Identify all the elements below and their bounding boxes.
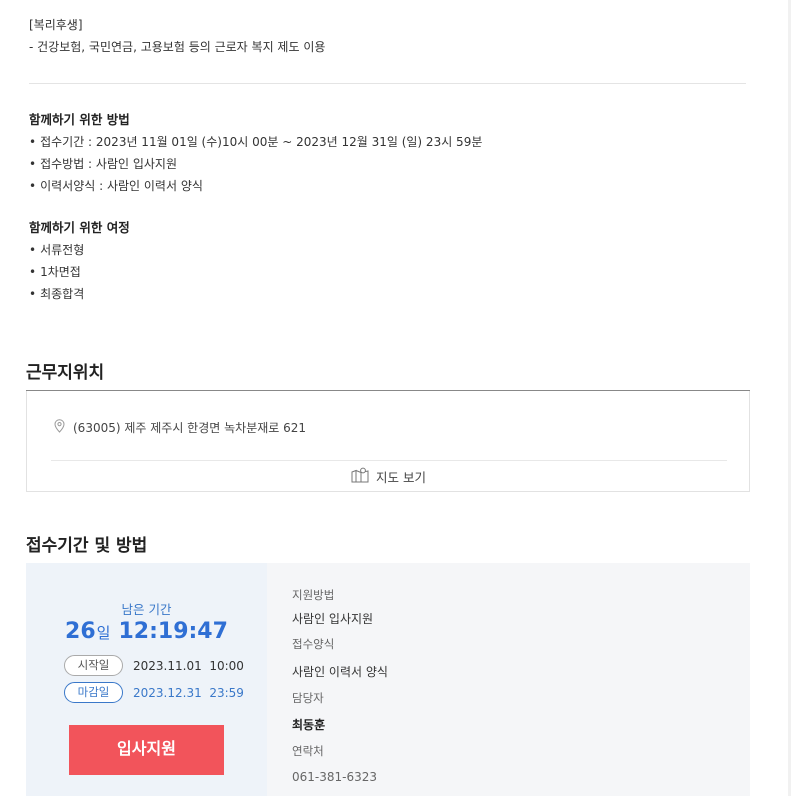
end-date: 2023.12.31 23:59 bbox=[133, 685, 244, 700]
manager-label: 담당자 bbox=[292, 691, 324, 705]
apply-title: 접수기간 및 방법 bbox=[26, 536, 148, 556]
method-heading: 함께하기 위한 방법 bbox=[29, 112, 130, 127]
apply-countdown-panel: 남은 기간 26일 12:19:47 시작일 2023.11.01 10:00 마… bbox=[26, 563, 267, 796]
benefits-heading: [복리후생] bbox=[29, 18, 83, 32]
view-map-label: 지도 보기 bbox=[376, 470, 426, 485]
start-date: 2023.11.01 10:00 bbox=[133, 658, 244, 673]
location-divider bbox=[51, 460, 727, 461]
view-map-link[interactable]: 지도 보기 bbox=[351, 467, 426, 486]
list-item: 최종합격 bbox=[29, 283, 482, 305]
apply-button[interactable]: 입사지원 bbox=[69, 725, 224, 775]
manager-value: 최동훈 bbox=[292, 718, 326, 732]
method-label: 지원방법 bbox=[292, 588, 335, 602]
remaining-label: 남은 기간 bbox=[121, 602, 172, 617]
contact-value: 061-381-6323 bbox=[292, 770, 378, 784]
list-item: 이력서양식 : 사람인 이력서 양식 bbox=[29, 175, 482, 197]
end-label-badge: 마감일 bbox=[64, 682, 123, 703]
apply-panel: 남은 기간 26일 12:19:47 시작일 2023.11.01 10:00 마… bbox=[26, 563, 750, 796]
apply-details-panel: 지원방법 사람인 입사지원 접수양식 사람인 이력서 양식 담당자 최동훈 연락… bbox=[267, 563, 750, 796]
benefits-line: - 건강보험, 국민연금, 고용보험 등의 근로자 복지 제도 이용 bbox=[29, 40, 326, 54]
list-item: 접수기간 : 2023년 11월 01일 (수)10시 00분 ~ 2023년 … bbox=[29, 131, 482, 153]
location-title: 근무지위치 bbox=[26, 363, 105, 383]
journey-heading: 함께하기 위한 여정 bbox=[29, 220, 130, 235]
form-value: 사람인 이력서 양식 bbox=[292, 665, 388, 679]
map-pin-icon bbox=[54, 418, 65, 437]
list-item: 1차면접 bbox=[29, 261, 482, 283]
location-box: (63005) 제주 제주시 한경면 녹차분재로 621 지도 보기 bbox=[26, 391, 750, 492]
list-item: 접수방법 : 사람인 입사지원 bbox=[29, 153, 482, 175]
method-section: 함께하기 위한 방법 접수기간 : 2023년 11월 01일 (수)10시 0… bbox=[29, 109, 482, 305]
location-address: (63005) 제주 제주시 한경면 녹차분재로 621 bbox=[73, 421, 307, 435]
benefits-section: [복리후생] - 건강보험, 국민연금, 고용보험 등의 근로자 복지 제도 이… bbox=[29, 14, 325, 58]
method-value: 사람인 입사지원 bbox=[292, 612, 374, 626]
remaining-time: 12:19:47 bbox=[118, 619, 228, 644]
remaining-days: 26 bbox=[65, 619, 96, 644]
end-date-row: 마감일 2023.12.31 23:59 bbox=[64, 682, 244, 703]
form-label: 접수양식 bbox=[292, 637, 335, 651]
section-divider bbox=[29, 83, 746, 84]
start-label-badge: 시작일 bbox=[64, 655, 123, 676]
days-unit: 일 bbox=[96, 624, 111, 642]
contact-label: 연락처 bbox=[292, 744, 324, 758]
countdown-timer: 26일 12:19:47 bbox=[26, 619, 267, 644]
start-date-row: 시작일 2023.11.01 10:00 bbox=[64, 655, 244, 676]
map-icon bbox=[351, 467, 369, 486]
list-item: 서류전형 bbox=[29, 239, 482, 261]
